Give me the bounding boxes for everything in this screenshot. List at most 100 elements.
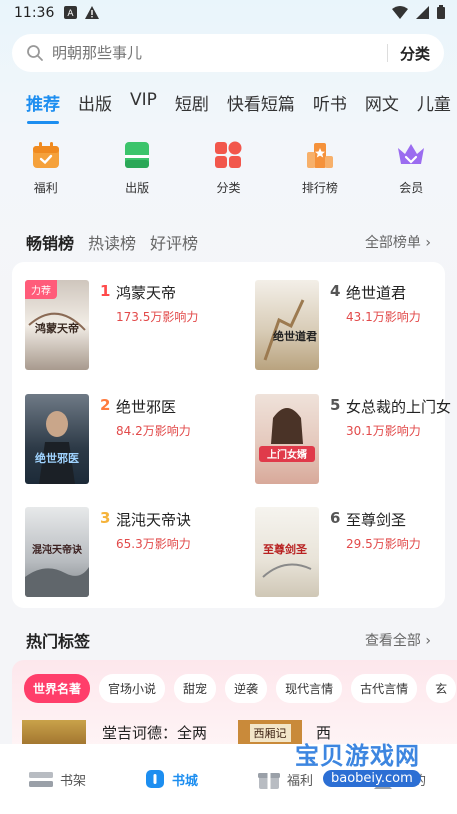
search-input[interactable]	[52, 44, 387, 62]
book-item[interactable]: 绝世邪医 2 绝世邪医 84.2万影响力	[25, 394, 225, 484]
watermark-text: 宝贝游戏网	[295, 742, 420, 770]
see-all-label: 查看全部	[364, 633, 421, 649]
book-item[interactable]: 上门女婿 5 女总裁的上门女 30.1万影响力	[255, 394, 455, 484]
status-notification-icons: A	[64, 6, 99, 19]
signal-icon	[416, 5, 429, 19]
chevron-right-icon: ›	[425, 633, 431, 649]
book-cover: 绝世道君	[255, 280, 319, 370]
gift-calendar-icon	[32, 142, 59, 168]
book-title: 绝世邪医	[116, 398, 177, 416]
rank-number: 4	[330, 282, 341, 300]
book-influence: 65.3万影响力	[116, 537, 191, 551]
rank-number: 3	[100, 509, 111, 527]
tab-children[interactable]: 儿童	[417, 90, 451, 115]
bookstore-icon	[145, 770, 164, 788]
quick-entry-label: 会员	[399, 181, 424, 195]
book-title: 绝世道君	[346, 284, 407, 302]
all-rankings-label: 全部榜单	[364, 235, 421, 251]
tab-publish[interactable]: 出版	[78, 90, 112, 115]
book-cover: 鸿蒙天帝 力荐	[25, 280, 89, 370]
book-influence: 173.5万影响力	[116, 310, 199, 324]
watermark-logo: 宝贝游戏网 baobeiy.com	[289, 734, 439, 796]
hot-tags-title: 热门标签	[26, 632, 91, 651]
book-influence: 43.1万影响力	[346, 310, 421, 324]
tab-vip[interactable]: VIP	[130, 90, 157, 115]
quick-entry-label: 排行榜	[301, 181, 338, 195]
book-cover: 绝世邪医	[25, 394, 89, 484]
svg-text:A: A	[67, 9, 74, 19]
quick-entry-label: 分类	[216, 181, 241, 195]
category-button[interactable]: 分类	[400, 43, 430, 64]
nav-label: 书架	[59, 773, 86, 789]
book-influence: 84.2万影响力	[116, 424, 191, 438]
quick-entry-welfare[interactable]: 福利	[0, 140, 91, 196]
book-title: 鸿蒙天帝	[116, 284, 177, 302]
quick-entry-category[interactable]: 分类	[183, 140, 274, 196]
rank-tabs: 畅销榜 热读榜 好评榜	[26, 230, 212, 254]
rank-number: 6	[330, 509, 341, 527]
tag-chip[interactable]: 玄	[426, 674, 457, 703]
book-icon	[125, 142, 150, 168]
ranking-icon	[306, 143, 333, 168]
gift-icon	[257, 773, 280, 789]
book-item[interactable]: 混沌天帝诀 3 混沌天帝诀 65.3万影响力	[25, 507, 225, 597]
rank-tab-top-rated[interactable]: 好评榜	[150, 230, 198, 254]
wifi-icon	[392, 5, 408, 19]
watermark-url: baobeiy.com	[323, 770, 421, 787]
rank-number: 1	[100, 282, 111, 300]
tag-chip[interactable]: 逆袭	[225, 674, 268, 703]
tab-quick-short[interactable]: 快看短篇	[227, 90, 295, 115]
book-influence: 29.5万影响力	[346, 537, 421, 551]
book-item[interactable]: 至尊剑圣 6 至尊剑圣 29.5万影响力	[255, 507, 455, 597]
recommend-badge: 力荐	[25, 280, 57, 299]
tag-chip[interactable]: 现代言情	[276, 674, 343, 703]
status-bar: 11:36 A	[0, 0, 457, 28]
tag-chip[interactable]: 世界名著	[24, 674, 91, 703]
status-time: 11:36	[14, 5, 55, 21]
channel-tabs: 推荐 出版 VIP 短剧 快看短篇 听书 网文 儿童	[26, 90, 457, 124]
book-title: 混沌天帝诀	[116, 511, 192, 529]
rank-tab-hot-read[interactable]: 热读榜	[88, 230, 136, 254]
cover-title: 混沌天帝诀	[32, 543, 83, 556]
tag-chip[interactable]: 甜宠	[174, 674, 217, 703]
cover-title: 绝世邪医	[35, 451, 79, 465]
book-item[interactable]: 鸿蒙天帝 力荐 1 鸿蒙天帝 173.5万影响力	[25, 280, 225, 370]
tag-chip[interactable]: 古代言情	[351, 674, 418, 703]
see-all-link[interactable]: 查看全部 ›	[365, 630, 431, 650]
quick-entry-label: 出版	[125, 181, 150, 195]
tab-short-drama[interactable]: 短剧	[175, 90, 209, 115]
warning-icon	[85, 6, 99, 19]
bookshelf-icon	[28, 772, 53, 787]
all-rankings-link[interactable]: 全部榜单 ›	[365, 232, 431, 252]
book-item[interactable]: 绝世道君 4 绝世道君 43.1万影响力	[255, 280, 455, 370]
rank-number: 5	[330, 396, 341, 414]
notification-a-icon: A	[64, 6, 77, 19]
book-title: 至尊剑圣	[346, 511, 407, 529]
quick-entry-row: 福利 出版 分类 排行榜 会员	[0, 140, 457, 196]
nav-label: 书城	[171, 773, 198, 789]
quick-entry-ranking[interactable]: 排行榜	[274, 140, 365, 196]
tag-book-title[interactable]: 堂吉诃德：全两	[102, 722, 207, 743]
search-bar[interactable]: 分类	[12, 34, 444, 72]
crown-icon	[398, 144, 425, 164]
book-title: 女总裁的上门女	[346, 398, 452, 416]
book-influence: 30.1万影响力	[346, 424, 421, 438]
battery-icon	[437, 5, 445, 19]
cover-title: 绝世道君	[273, 329, 317, 343]
cover-title: 鸿蒙天帝	[35, 321, 79, 335]
search-divider	[386, 44, 388, 62]
nav-bookstore[interactable]: 书城	[114, 768, 228, 790]
grid-icon	[215, 141, 242, 168]
cover-title: 至尊剑圣	[263, 542, 308, 556]
quick-entry-label: 福利	[33, 181, 58, 195]
tab-audiobook[interactable]: 听书	[313, 90, 347, 115]
tab-recommend[interactable]: 推荐	[26, 90, 60, 124]
ranking-card: 鸿蒙天帝 力荐 1 鸿蒙天帝 173.5万影响力 绝世邪医 2 绝世邪医 84.…	[12, 262, 451, 608]
quick-entry-member[interactable]: 会员	[366, 140, 457, 196]
rank-tab-bestseller[interactable]: 畅销榜	[26, 230, 74, 254]
nav-bookshelf[interactable]: 书架	[0, 768, 114, 790]
cover-title: 上门女婿	[267, 448, 308, 461]
tag-chip[interactable]: 官场小说	[99, 674, 166, 703]
tab-web-novel[interactable]: 网文	[365, 90, 399, 115]
quick-entry-publish[interactable]: 出版	[91, 140, 182, 196]
